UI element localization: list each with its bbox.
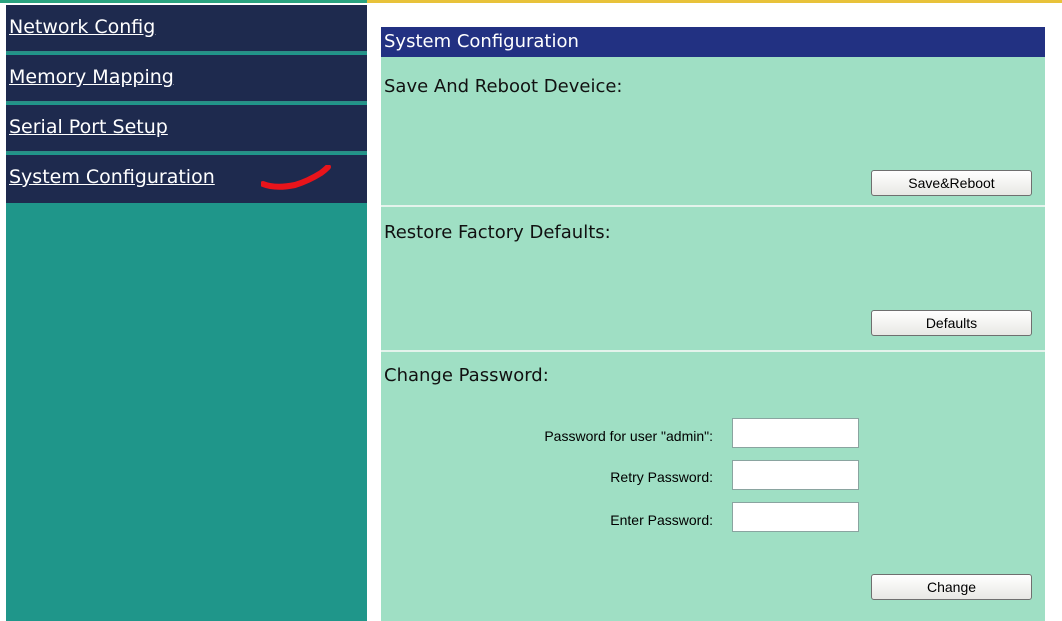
sidebar-item-label[interactable]: System Configuration <box>9 166 215 188</box>
sidebar-item-label[interactable]: Network Config <box>9 16 155 38</box>
save-reboot-section: Save And Reboot Deveice: Save&Reboot <box>381 57 1045 205</box>
restore-defaults-section: Restore Factory Defaults: Defaults <box>381 207 1045 350</box>
save-reboot-button[interactable]: Save&Reboot <box>871 170 1032 196</box>
defaults-button[interactable]: Defaults <box>871 310 1032 336</box>
checkmark-annotation-icon <box>261 165 331 190</box>
top-rule-left <box>0 0 367 3</box>
enter-password-label: Enter Password: <box>610 512 713 528</box>
page-title: System Configuration <box>381 27 1045 57</box>
change-password-title: Change Password: <box>384 365 549 386</box>
sidebar-item-system-configuration[interactable]: System Configuration <box>6 155 367 203</box>
save-reboot-title: Save And Reboot Deveice: <box>384 76 623 97</box>
sidebar-item-network-config[interactable]: Network Config <box>6 5 367 53</box>
sidebar: Network Config Memory Mapping Serial Por… <box>6 5 367 621</box>
retry-password-field[interactable] <box>732 460 859 490</box>
top-rule <box>0 0 1062 3</box>
restore-defaults-title: Restore Factory Defaults: <box>384 222 611 243</box>
enter-password-field[interactable] <box>732 502 859 532</box>
sidebar-item-label[interactable]: Serial Port Setup <box>9 116 168 138</box>
retry-password-label: Retry Password: <box>610 469 713 485</box>
admin-password-field[interactable] <box>732 418 859 448</box>
change-password-button[interactable]: Change <box>871 574 1032 600</box>
sidebar-item-memory-mapping[interactable]: Memory Mapping <box>6 55 367 103</box>
sidebar-item-label[interactable]: Memory Mapping <box>9 66 174 88</box>
admin-password-label: Password for user "admin": <box>544 428 713 444</box>
sidebar-item-serial-port-setup[interactable]: Serial Port Setup <box>6 105 367 153</box>
main-panel: System Configuration Save And Reboot Dev… <box>381 27 1045 621</box>
change-password-section: Change Password: Password for user "admi… <box>381 352 1045 621</box>
